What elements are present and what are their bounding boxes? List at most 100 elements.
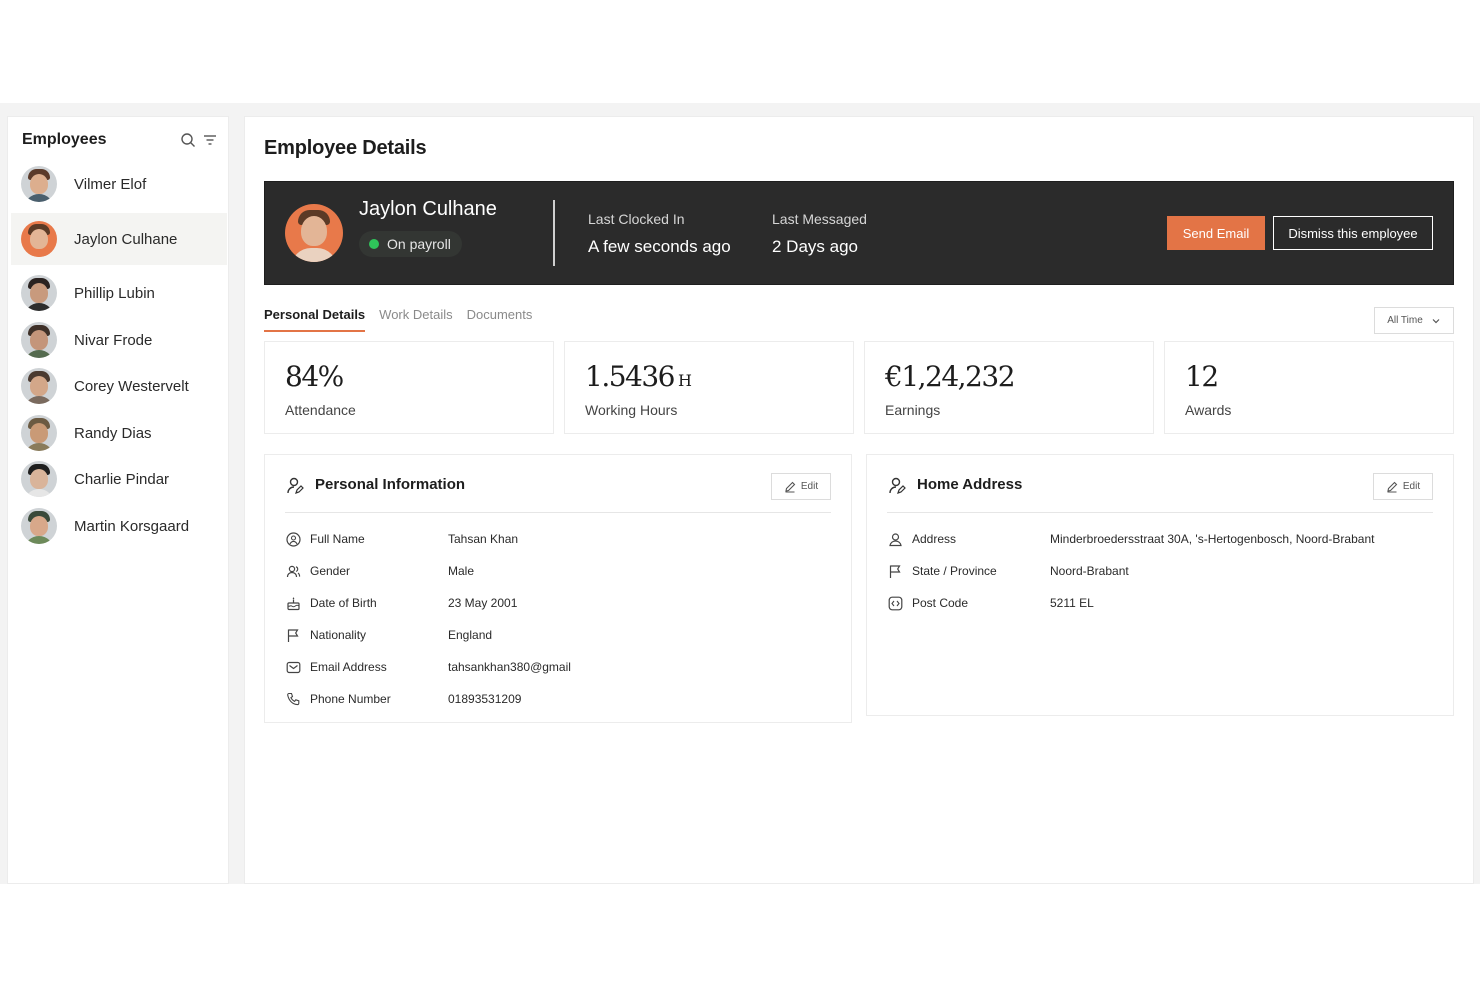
avatar — [21, 508, 57, 544]
pencil-icon — [1386, 481, 1398, 493]
employee-name: Jaylon Culhane — [74, 230, 178, 248]
last-messaged-value: 2 Days ago — [772, 237, 858, 256]
employee-name: Phillip Lubin — [74, 284, 155, 302]
avatar — [21, 415, 57, 451]
flag-icon — [285, 627, 301, 643]
edit-home-address-button[interactable]: Edit — [1373, 473, 1433, 500]
info-row-email: Email Address tahsankhan380@gmail — [285, 657, 571, 677]
employee-list-item[interactable]: Phillip Lubin — [11, 267, 227, 319]
last-clocked-label: Last Clocked In — [588, 211, 685, 227]
info-label: Gender — [310, 564, 351, 578]
divider — [553, 200, 555, 266]
detail-tabs: Personal Details Work Details Documents — [264, 307, 532, 332]
tab-work-details[interactable]: Work Details — [379, 307, 452, 332]
info-label: Post Code — [912, 596, 969, 610]
user-circle-icon — [285, 531, 301, 547]
info-value: 23 May 2001 — [448, 596, 518, 610]
personal-information-panel: Personal Information Edit Full Name Tahs… — [264, 454, 852, 723]
dismiss-employee-button[interactable]: Dismiss this employee — [1273, 216, 1433, 250]
tab-personal-details[interactable]: Personal Details — [264, 307, 366, 332]
edit-label: Edit — [1402, 481, 1421, 492]
pencil-icon — [784, 481, 796, 493]
info-row-date-of-birth: Date of Birth 23 May 2001 — [285, 593, 517, 613]
edit-label: Edit — [800, 481, 819, 492]
home-address-panel: Home Address Edit Address Minderbroeders… — [866, 454, 1454, 716]
employee-sidebar: Employees Vilmer Elof Jaylon Culhane Phill… — [7, 116, 229, 884]
employee-name: Charlie Pindar — [74, 470, 170, 488]
user-location-icon — [887, 531, 903, 547]
stat-label: Working Hours — [585, 402, 678, 418]
time-range-select[interactable]: All Time — [1374, 307, 1454, 334]
info-row-nationality: Nationality England — [285, 625, 492, 645]
app-background: Employees Vilmer Elof Jaylon Culhane Phill… — [0, 103, 1480, 884]
avatar — [21, 368, 57, 404]
info-row-full-name: Full Name Tahsan Khan — [285, 529, 518, 549]
status-label: On payroll — [387, 236, 451, 252]
stat-card-earnings: €1,24,232 Earnings — [864, 341, 1154, 434]
employee-name: Jaylon Culhane — [359, 198, 497, 220]
sidebar-tools — [180, 132, 218, 148]
panel-title: Home Address — [917, 476, 1023, 493]
employee-details-panel: Employee Details Jaylon Culhane On payro… — [244, 116, 1474, 884]
stat-card-attendance: 84% Attendance — [264, 341, 554, 434]
last-clocked-value: A few seconds ago — [588, 237, 731, 256]
search-icon[interactable] — [180, 132, 196, 148]
status-dot-icon — [369, 239, 379, 249]
mail-icon — [285, 659, 301, 675]
employee-list-item[interactable]: Nivar Frode — [11, 314, 227, 366]
employee-name: Randy Dias — [74, 424, 152, 442]
employee-list-item[interactable]: Vilmer Elof — [11, 158, 227, 210]
employee-list-item[interactable]: Charlie Pindar — [11, 453, 227, 505]
avatar — [21, 275, 57, 311]
info-value: 5211 EL — [1050, 596, 1094, 610]
info-row-phone: Phone Number 01893531209 — [285, 689, 521, 709]
info-value: Minderbroedersstraat 30A, 's-Hertogenbos… — [1050, 532, 1375, 546]
info-value: Male — [448, 564, 475, 578]
tab-documents[interactable]: Documents — [467, 307, 533, 332]
employee-hero-banner: Jaylon Culhane On payroll Last Clocked I… — [264, 181, 1454, 285]
code-icon — [887, 595, 903, 611]
employee-name: Martin Korsgaard — [74, 517, 190, 535]
avatar — [21, 461, 57, 497]
avatar — [21, 221, 57, 257]
employee-list-item[interactable]: Martin Korsgaard — [11, 500, 227, 552]
stat-card-awards: 12 Awards — [1164, 341, 1454, 434]
info-label: Phone Number — [310, 692, 391, 706]
edit-personal-info-button[interactable]: Edit — [771, 473, 831, 500]
panel-header: Personal Information Edit — [285, 473, 831, 513]
stat-label: Earnings — [885, 402, 941, 418]
info-value: Noord-Brabant — [1050, 564, 1129, 578]
page-title: Employee Details — [264, 137, 427, 159]
employee-list-item[interactable]: Corey Westervelt — [11, 360, 227, 412]
info-value: England — [448, 628, 493, 642]
stat-label: Attendance — [285, 402, 356, 418]
avatar — [21, 166, 57, 202]
stat-value: 1.5436 H — [585, 360, 692, 393]
stat-value: 12 — [1185, 360, 1219, 393]
employee-name: Corey Westervelt — [74, 377, 189, 395]
chevron-down-icon — [1431, 316, 1441, 326]
sidebar-header: Employees — [22, 129, 218, 151]
info-label: State / Province — [912, 564, 997, 578]
info-value: 01893531209 — [448, 692, 522, 706]
phone-icon — [285, 691, 301, 707]
employee-list-item[interactable]: Randy Dias — [11, 407, 227, 459]
info-value: tahsankhan380@gmail — [448, 660, 571, 674]
cake-icon — [285, 595, 301, 611]
info-label: Address — [912, 532, 957, 546]
address-row-state: State / Province Noord-Brabant — [887, 561, 1129, 581]
stat-label: Awards — [1185, 402, 1232, 418]
info-row-gender: Gender Male — [285, 561, 474, 581]
status-badge: On payroll — [359, 231, 462, 257]
filter-icon[interactable] — [202, 132, 218, 148]
flag-icon — [887, 563, 903, 579]
send-email-button[interactable]: Send Email — [1167, 216, 1265, 250]
info-label: Nationality — [310, 628, 367, 642]
employee-list-item[interactable]: Jaylon Culhane — [11, 213, 227, 265]
panel-title: Personal Information — [315, 476, 466, 493]
user-edit-icon — [887, 476, 907, 496]
users-icon — [285, 563, 301, 579]
last-messaged-label: Last Messaged — [772, 211, 867, 227]
avatar — [285, 204, 343, 262]
user-edit-icon — [285, 476, 305, 496]
